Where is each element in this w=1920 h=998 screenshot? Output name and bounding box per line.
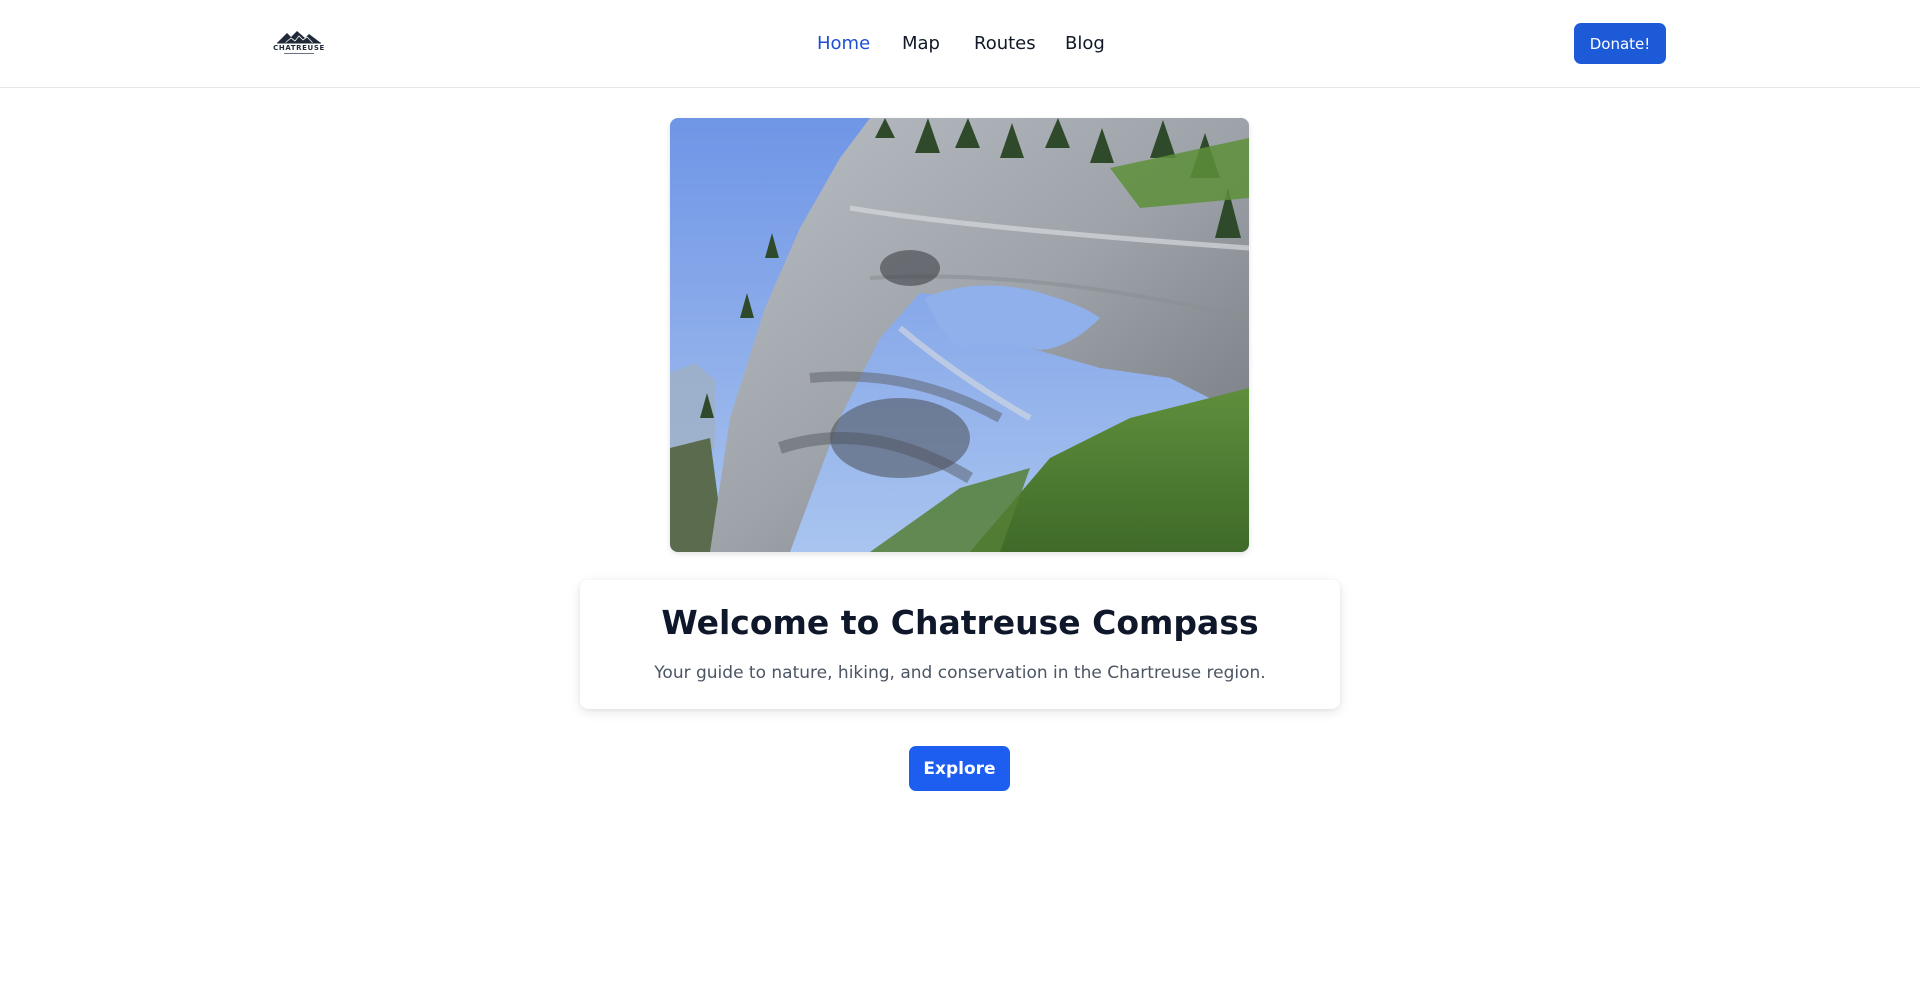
donate-button[interactable]: Donate! — [1574, 23, 1666, 64]
site-header: CHATREUSE Home Map Routes Blog Donate! — [0, 0, 1920, 88]
mountain-logo-icon — [277, 31, 321, 44]
hero-image — [670, 118, 1249, 552]
site-logo[interactable]: CHATREUSE — [272, 30, 326, 60]
nav-blog-link[interactable]: Blog — [1065, 32, 1105, 56]
mountain-rock-arch-photo — [670, 118, 1249, 552]
logo-underline — [284, 53, 314, 54]
explore-button[interactable]: Explore — [909, 746, 1010, 791]
nav-map-link[interactable]: Map — [902, 32, 940, 56]
nav-routes-link[interactable]: Routes — [974, 32, 1036, 56]
logo-text: CHATREUSE — [273, 44, 325, 52]
nav-home-link[interactable]: Home — [817, 32, 870, 56]
welcome-card: Welcome to Chatreuse Compass Your guide … — [580, 580, 1340, 709]
welcome-subtitle: Your guide to nature, hiking, and conser… — [654, 663, 1266, 683]
welcome-title: Welcome to Chatreuse Compass — [661, 603, 1259, 642]
